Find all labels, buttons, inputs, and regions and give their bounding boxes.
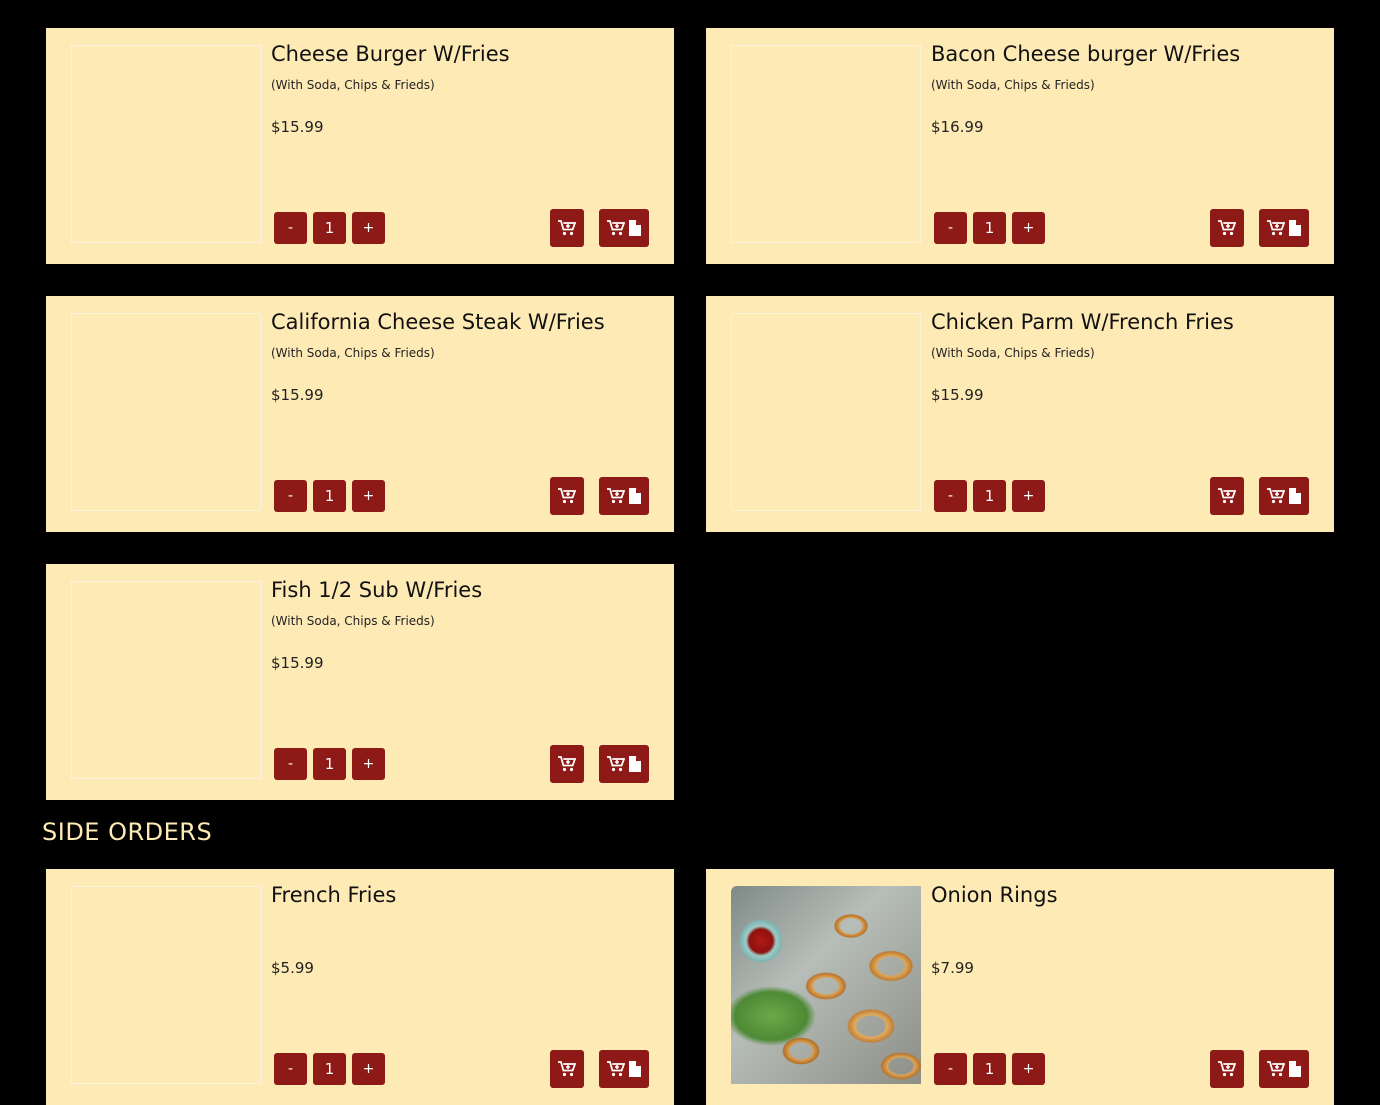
add-to-cart-icon (1218, 1061, 1236, 1077)
quantity-field[interactable]: 1 (313, 748, 346, 780)
decrease-quantity-button[interactable]: - (274, 1053, 307, 1085)
item-name: California Cheese Steak W/Fries (271, 310, 605, 334)
item-name: Chicken Parm W/French Fries (931, 310, 1234, 334)
document-icon (629, 488, 641, 504)
add-to-cart-icon (1218, 220, 1236, 236)
document-icon (629, 756, 641, 772)
decrease-quantity-button[interactable]: - (274, 212, 307, 244)
increase-quantity-button[interactable]: + (352, 1053, 385, 1085)
item-name: Cheese Burger W/Fries (271, 42, 510, 66)
item-price: $16.99 (931, 118, 984, 136)
item-name: Onion Rings (931, 883, 1058, 907)
document-icon (629, 220, 641, 236)
add-to-cart-icon (558, 488, 576, 504)
quantity-field[interactable]: 1 (313, 212, 346, 244)
item-price: $15.99 (271, 386, 324, 404)
item-image (71, 581, 261, 779)
quantity-field[interactable]: 1 (313, 480, 346, 512)
onion-rings-photo (731, 886, 921, 1084)
add-to-cart-icon (607, 756, 625, 772)
add-to-cart-icon (1218, 488, 1236, 504)
menu-item-card: French Fries $5.99 - 1 + (46, 869, 674, 1105)
item-image (71, 313, 261, 511)
item-name: Fish 1/2 Sub W/Fries (271, 578, 483, 602)
item-description: (With Soda, Chips & Frieds) (931, 346, 1095, 360)
increase-quantity-button[interactable]: + (352, 480, 385, 512)
add-to-cart-details-button[interactable] (599, 1050, 649, 1088)
increase-quantity-button[interactable]: + (1012, 480, 1045, 512)
add-to-cart-button[interactable] (1210, 209, 1244, 247)
add-to-cart-icon (607, 488, 625, 504)
item-image (71, 45, 261, 243)
quantity-field[interactable]: 1 (973, 1053, 1006, 1085)
item-price: $15.99 (931, 386, 984, 404)
item-name: French Fries (271, 883, 397, 907)
document-icon (1289, 1061, 1301, 1077)
add-to-cart-icon (558, 220, 576, 236)
add-to-cart-details-button[interactable] (1259, 477, 1309, 515)
item-image (71, 886, 261, 1084)
item-name: Bacon Cheese burger W/Fries (931, 42, 1241, 66)
add-to-cart-icon (558, 1061, 576, 1077)
item-description: (With Soda, Chips & Frieds) (271, 346, 435, 360)
decrease-quantity-button[interactable]: - (934, 1053, 967, 1085)
decrease-quantity-button[interactable]: - (934, 480, 967, 512)
menu-item-card: Bacon Cheese burger W/Fries (With Soda, … (706, 28, 1334, 264)
add-to-cart-icon (607, 220, 625, 236)
increase-quantity-button[interactable]: + (1012, 1053, 1045, 1085)
decrease-quantity-button[interactable]: - (274, 748, 307, 780)
add-to-cart-button[interactable] (1210, 477, 1244, 515)
add-to-cart-button[interactable] (1210, 1050, 1244, 1088)
item-description: (With Soda, Chips & Frieds) (271, 78, 435, 92)
add-to-cart-button[interactable] (550, 745, 584, 783)
menu-item-card: Cheese Burger W/Fries (With Soda, Chips … (46, 28, 674, 264)
item-image (731, 45, 921, 243)
quantity-field[interactable]: 1 (973, 480, 1006, 512)
item-description: (With Soda, Chips & Frieds) (931, 78, 1095, 92)
menu-item-card: Onion Rings $7.99 - 1 + (706, 869, 1334, 1105)
add-to-cart-icon (1267, 488, 1285, 504)
item-description: (With Soda, Chips & Frieds) (271, 614, 435, 628)
menu-item-card: Fish 1/2 Sub W/Fries (With Soda, Chips &… (46, 564, 674, 800)
add-to-cart-details-button[interactable] (1259, 209, 1309, 247)
add-to-cart-details-button[interactable] (599, 209, 649, 247)
add-to-cart-icon (1267, 1061, 1285, 1077)
document-icon (1289, 488, 1301, 504)
add-to-cart-button[interactable] (550, 1050, 584, 1088)
menu-item-card: California Cheese Steak W/Fries (With So… (46, 296, 674, 532)
item-price: $7.99 (931, 959, 974, 977)
add-to-cart-details-button[interactable] (599, 477, 649, 515)
item-price: $15.99 (271, 654, 324, 672)
section-heading-side-orders: SIDE ORDERS (42, 818, 213, 846)
increase-quantity-button[interactable]: + (1012, 212, 1045, 244)
add-to-cart-icon (1267, 220, 1285, 236)
item-price: $5.99 (271, 959, 314, 977)
quantity-field[interactable]: 1 (313, 1053, 346, 1085)
decrease-quantity-button[interactable]: - (274, 480, 307, 512)
add-to-cart-details-button[interactable] (599, 745, 649, 783)
add-to-cart-button[interactable] (550, 209, 584, 247)
document-icon (1289, 220, 1301, 236)
add-to-cart-details-button[interactable] (1259, 1050, 1309, 1088)
add-to-cart-button[interactable] (550, 477, 584, 515)
add-to-cart-icon (607, 1061, 625, 1077)
item-image (731, 313, 921, 511)
add-to-cart-icon (558, 756, 576, 772)
increase-quantity-button[interactable]: + (352, 748, 385, 780)
menu-item-card: Chicken Parm W/French Fries (With Soda, … (706, 296, 1334, 532)
document-icon (629, 1061, 641, 1077)
decrease-quantity-button[interactable]: - (934, 212, 967, 244)
increase-quantity-button[interactable]: + (352, 212, 385, 244)
item-price: $15.99 (271, 118, 324, 136)
quantity-field[interactable]: 1 (973, 212, 1006, 244)
